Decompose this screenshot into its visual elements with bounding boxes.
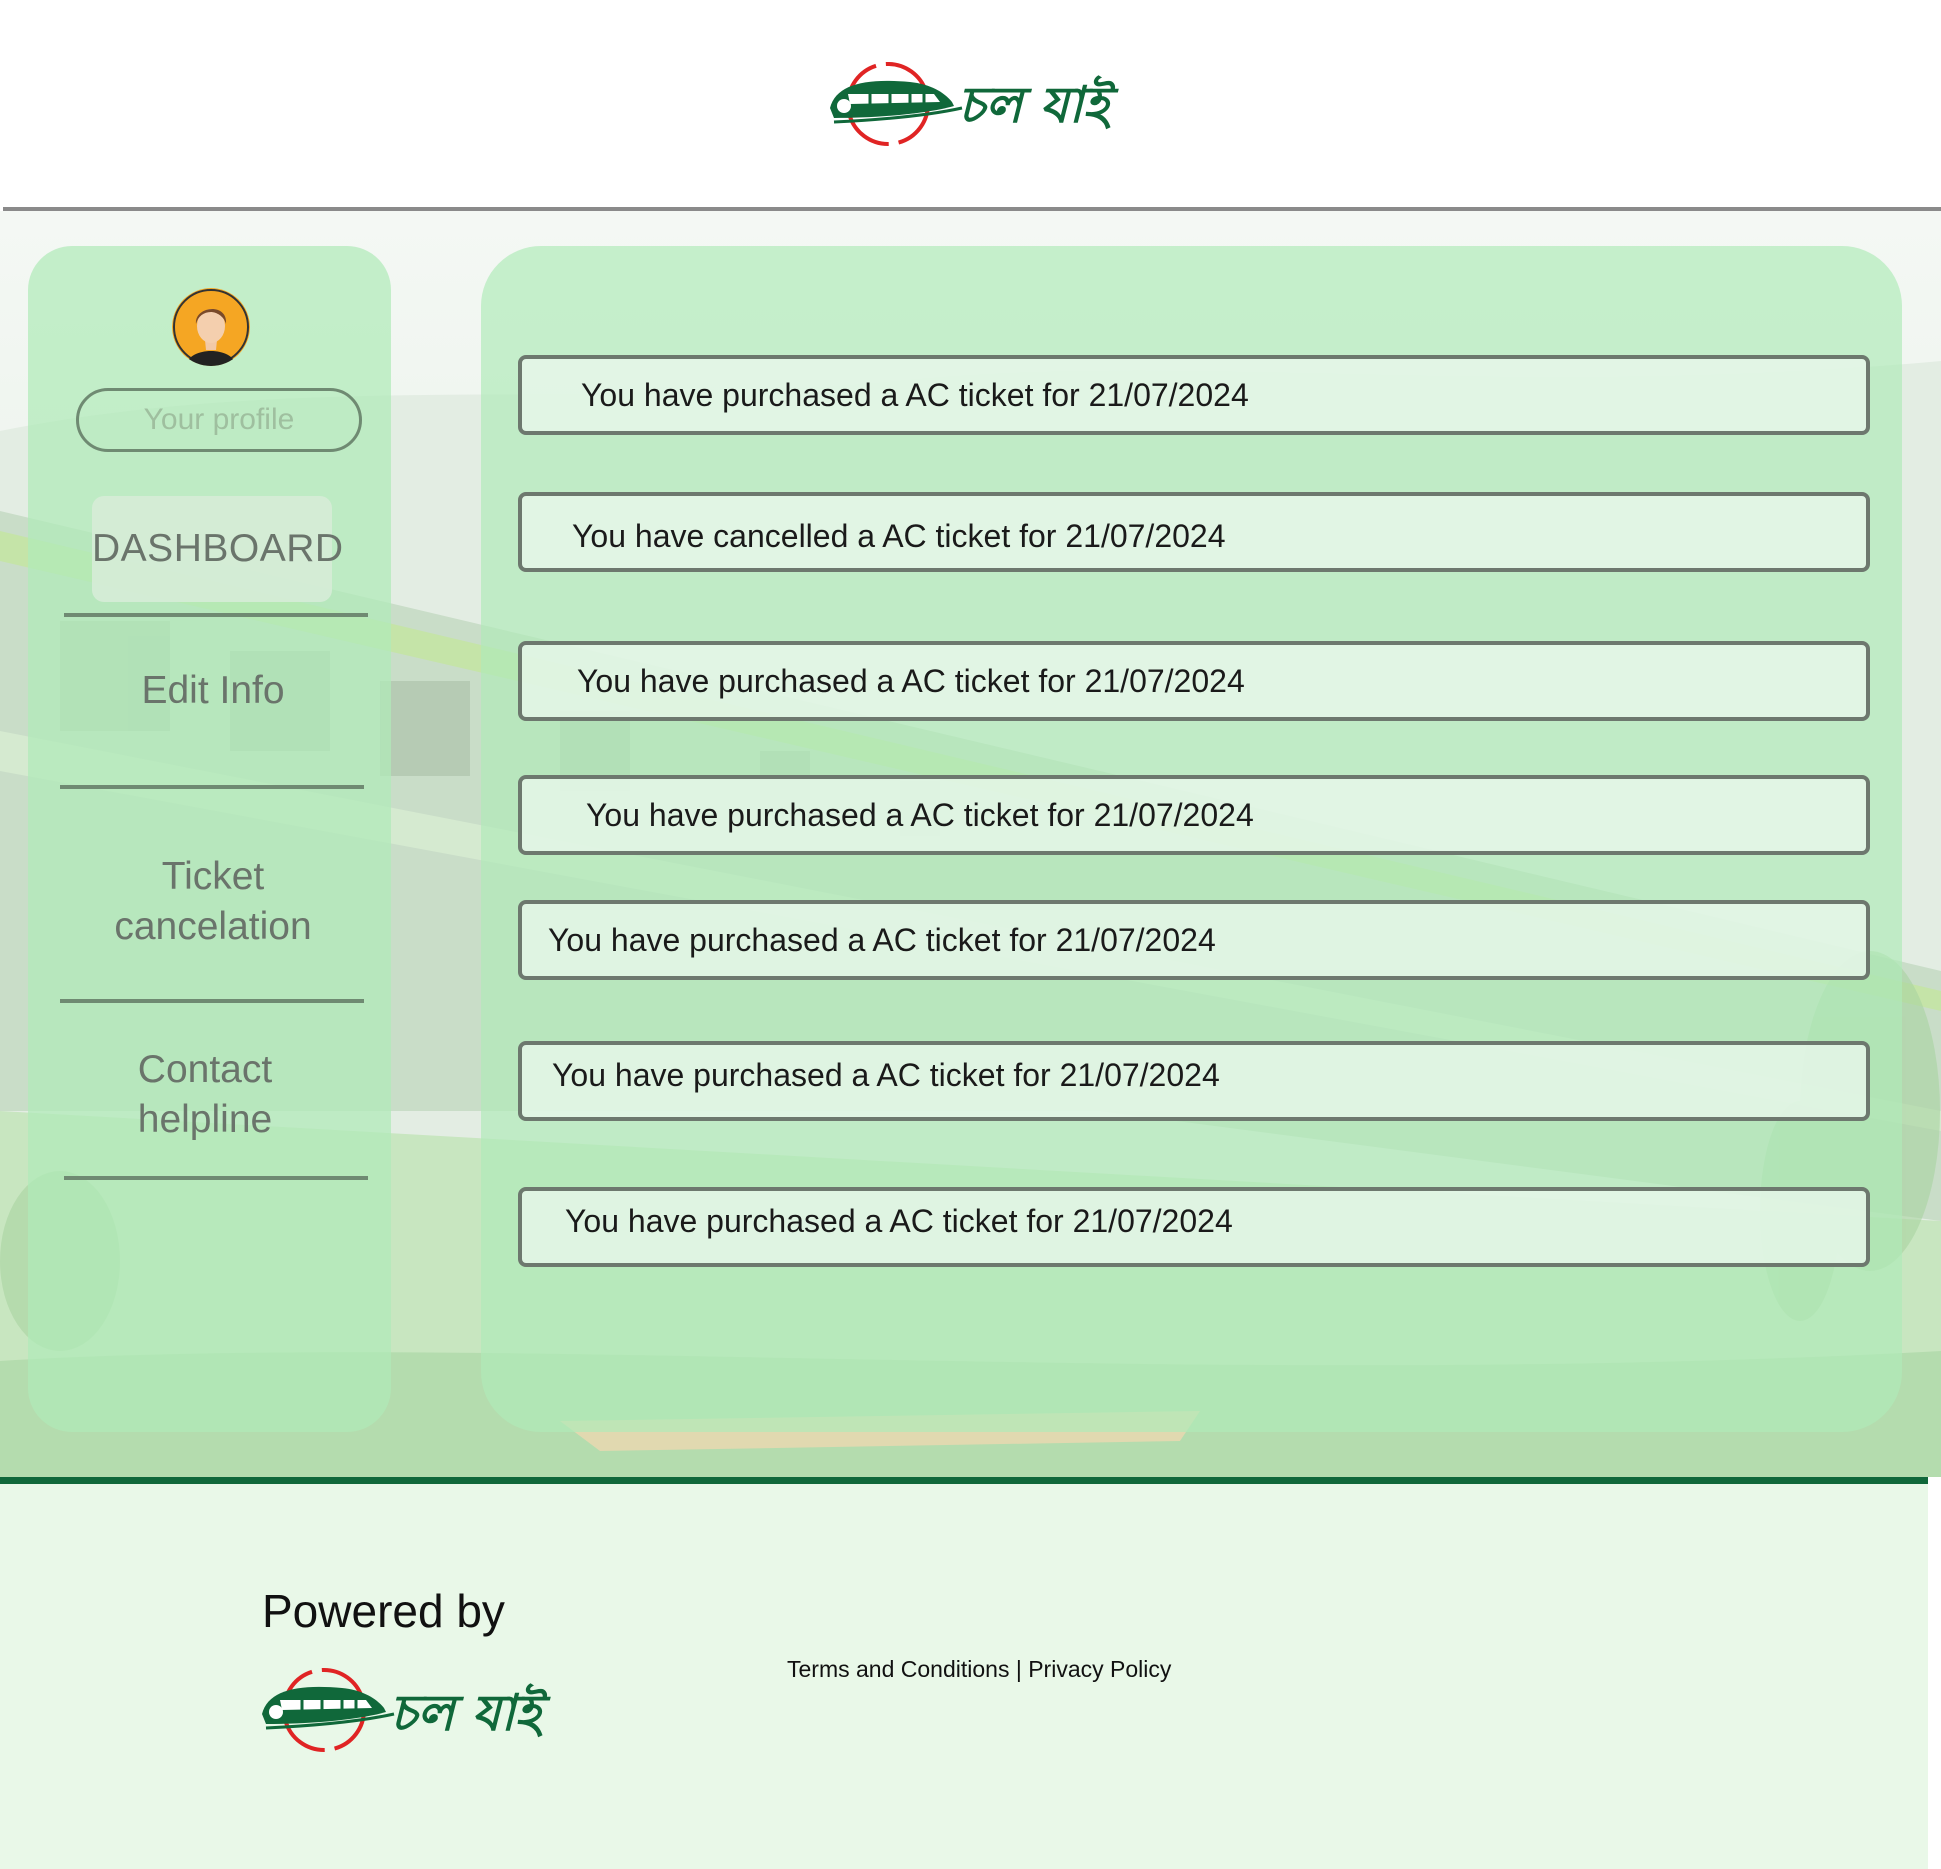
logo-wordmark: চল যাই [390, 1683, 551, 1742]
powered-by-label: Powered by [262, 1585, 505, 1637]
sidebar-item-ticket-cancelation[interactable]: Ticket cancelation [48, 852, 378, 952]
train-logo-icon: চল যাই [262, 1668, 551, 1752]
sidebar-item-dashboard[interactable]: DASHBOARD [92, 496, 343, 602]
activity-text: You have purchased a AC ticket for 21/07… [577, 663, 1245, 699]
your-profile-button[interactable]: Your profile [76, 388, 362, 452]
logo-wordmark: চল যাই [958, 75, 1119, 134]
sidebar-item-label-line: Contact [137, 1048, 273, 1091]
sidebar-item-label-line: cancelation [114, 905, 312, 948]
sidebar-item-label: Edit Info [141, 669, 285, 712]
train-logo-icon: চল যাই [830, 62, 1119, 146]
user-avatar-icon [172, 288, 250, 366]
activity-text: You have cancelled a AC ticket for 21/07… [572, 518, 1226, 554]
activity-item[interactable]: You have purchased a AC ticket for 21/07… [518, 641, 1870, 721]
activity-item[interactable]: You have purchased a AC ticket for 21/07… [518, 1041, 1870, 1121]
activity-item[interactable]: You have purchased a AC ticket for 21/07… [518, 355, 1870, 435]
your-profile-label: Your profile [143, 403, 295, 436]
sidebar-item-edit-info[interactable]: Edit Info [48, 666, 378, 716]
sidebar-item-contact-helpline[interactable]: Contact helpline [40, 1045, 370, 1145]
sidebar-divider [60, 785, 364, 789]
activity-item[interactable]: You have purchased a AC ticket for 21/07… [518, 1187, 1870, 1267]
activity-item[interactable]: You have purchased a AC ticket for 21/07… [518, 900, 1870, 980]
privacy-link[interactable]: Privacy Policy [1028, 1656, 1171, 1682]
sidebar-item-label: DASHBOARD [92, 527, 344, 570]
terms-link[interactable]: Terms and Conditions [787, 1656, 1009, 1682]
activity-text: You have purchased a AC ticket for 21/07… [548, 922, 1216, 958]
footer-brand-logo[interactable]: চল যাই [258, 1664, 562, 1756]
activity-item[interactable]: You have cancelled a AC ticket for 21/07… [518, 492, 1870, 572]
legal-separator: | [1015, 1656, 1022, 1682]
brand-logo[interactable]: চল যাই [826, 58, 1136, 150]
sidebar-item-label-line: helpline [137, 1098, 273, 1141]
activity-text: You have purchased a AC ticket for 21/07… [565, 1203, 1233, 1239]
activity-text: You have purchased a AC ticket for 21/07… [581, 377, 1249, 413]
activity-panel: You have purchased a AC ticket for 21/07… [481, 246, 1902, 1432]
sidebar-item-label-line: Ticket [161, 855, 265, 898]
legal-links: Terms and Conditions | Privacy Policy [787, 1656, 1171, 1683]
footer: Powered by চল যাই Terms and Conditions |… [0, 1484, 1928, 1869]
sidebar: Your profile DASHBOARD Edit Info Ticket … [28, 246, 391, 1432]
activity-text: You have purchased a AC ticket for 21/07… [552, 1057, 1220, 1093]
sidebar-divider [60, 999, 364, 1003]
activity-text: You have purchased a AC ticket for 21/07… [586, 797, 1254, 833]
sidebar-divider [64, 613, 368, 617]
activity-item[interactable]: You have purchased a AC ticket for 21/07… [518, 775, 1870, 855]
sidebar-divider [64, 1176, 368, 1180]
header: চল যাই [0, 0, 1941, 211]
avatar[interactable] [172, 288, 250, 366]
footer-divider [0, 1477, 1928, 1484]
